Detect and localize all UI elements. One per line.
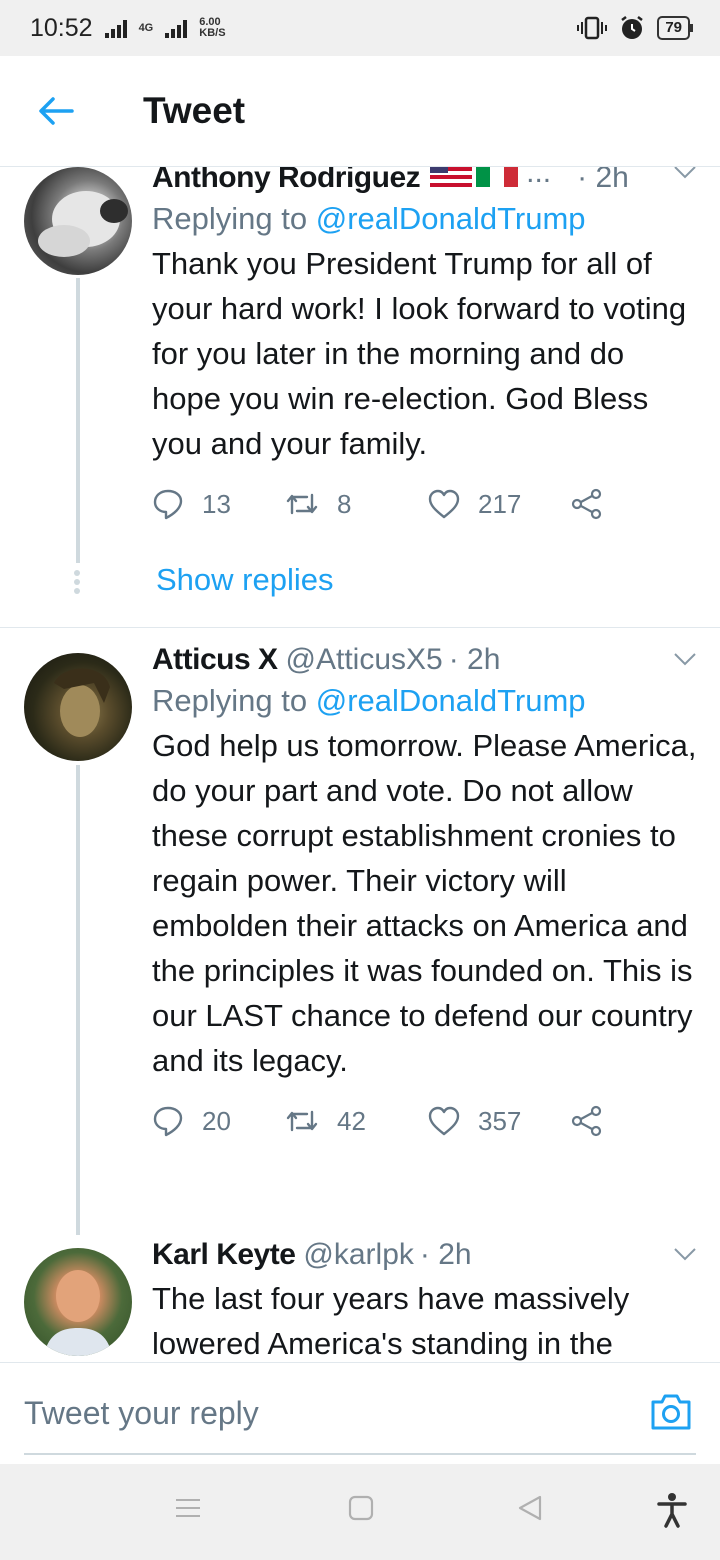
system-nav-bar	[0, 1464, 720, 1560]
cat-image	[38, 191, 128, 257]
reply-input[interactable]: Tweet your reply	[24, 1395, 259, 1432]
us-flag-icon	[430, 167, 473, 187]
like-count: 357	[478, 1105, 522, 1136]
replying-to-label: Replying to	[152, 683, 316, 718]
status-left: 10:52 4G 6.00 KB/S	[30, 14, 226, 43]
chevron-down-icon[interactable]	[673, 167, 697, 180]
author-name[interactable]: Atticus X	[152, 643, 278, 677]
network-indicator: 4G	[138, 21, 154, 34]
retweet-button[interactable]: 8	[285, 489, 428, 520]
status-time: 10:52	[30, 13, 93, 42]
italy-flag-icon	[476, 167, 519, 187]
signal-icon-2	[165, 18, 188, 38]
author-handle[interactable]: @AtticusX5	[286, 643, 443, 677]
thread-line	[76, 278, 80, 563]
show-replies-link[interactable]: Show replies	[156, 562, 333, 598]
avatar[interactable]	[24, 653, 132, 761]
tweet-actions: 13 8 217	[152, 488, 697, 520]
like-count: 217	[478, 488, 522, 519]
share-icon	[571, 1105, 602, 1137]
retweet-button[interactable]: 42	[285, 1106, 428, 1137]
tweet-actions: 20 42 357	[152, 1105, 697, 1137]
page-title: Tweet	[143, 90, 246, 131]
status-right: 79	[577, 15, 693, 41]
flag-icons: ...	[430, 167, 551, 190]
replies-feed[interactable]: Anthony Rodriguez ... · 2h Replying to @…	[0, 167, 720, 1362]
retweet-count: 42	[337, 1105, 366, 1136]
author-name[interactable]: Anthony Rodriguez	[152, 167, 421, 195]
tweet-header: Anthony Rodriguez ... · 2h	[152, 167, 697, 195]
tweet-header: Atticus X @AtticusX5 · 2h	[152, 643, 697, 677]
back-nav-icon[interactable]	[516, 1494, 544, 1522]
tweet-time: · 2h	[419, 1238, 472, 1271]
tweet-text: The last four years have massively lower…	[152, 1281, 630, 1361]
heart-icon	[428, 489, 460, 519]
retweet-icon	[286, 1110, 318, 1132]
avatar[interactable]	[24, 167, 132, 275]
tweet-time: · 2h	[577, 167, 629, 194]
thread-dots	[74, 567, 82, 597]
menu-icon[interactable]	[174, 1494, 202, 1522]
chevron-down-icon[interactable]	[673, 651, 697, 667]
like-button[interactable]: 357	[428, 1106, 571, 1137]
tweet-anthony[interactable]: Anthony Rodriguez ... · 2h Replying to @…	[0, 167, 720, 626]
tweet-time: · 2h	[448, 643, 501, 676]
tweet-content: Karl Keyte @karlpk · 2h The last four ye…	[152, 1238, 697, 1362]
replying-to: Replying to @realDonaldTrump	[152, 683, 697, 719]
back-arrow-icon	[39, 97, 74, 125]
accessibility-icon[interactable]	[656, 1492, 688, 1528]
tweet-atticus[interactable]: Atticus X @AtticusX5 · 2h Replying to @r…	[0, 643, 720, 1235]
camera-icon[interactable]	[650, 1393, 692, 1431]
network-type: 4G	[138, 21, 154, 34]
author-handle[interactable]: @karlpk	[303, 1238, 413, 1272]
tweet-content: Anthony Rodriguez ... · 2h Replying to @…	[152, 167, 697, 520]
reply-button[interactable]: 20	[152, 1105, 285, 1137]
heart-icon	[428, 1106, 460, 1136]
retweet-count: 8	[337, 488, 352, 519]
reply-count: 20	[202, 1105, 231, 1136]
tweet-karl[interactable]: Karl Keyte @karlpk · 2h The last four ye…	[0, 1238, 720, 1362]
like-button[interactable]: 217	[428, 489, 571, 520]
replying-to-label: Replying to	[152, 201, 316, 236]
avatar[interactable]	[24, 1248, 132, 1356]
tweet-text: God help us tomorrow. Please America, do…	[152, 728, 697, 1078]
retweet-icon	[286, 493, 318, 515]
reply-button[interactable]: 13	[152, 488, 285, 520]
vibrate-icon	[577, 16, 608, 40]
reply-icon	[153, 489, 183, 520]
reply-target-link[interactable]: @realDonaldTrump	[316, 201, 586, 236]
reply-count: 13	[202, 488, 231, 519]
tweet-content: Atticus X @AtticusX5 · 2h Replying to @r…	[152, 643, 697, 1137]
share-button[interactable]	[571, 488, 621, 520]
signal-icon	[104, 18, 127, 38]
home-icon[interactable]	[347, 1494, 375, 1522]
app-header: Tweet	[0, 56, 720, 167]
profile-photo	[44, 1270, 112, 1356]
reply-input-underline	[24, 1453, 696, 1455]
chevron-down-icon[interactable]	[673, 1246, 697, 1262]
alarm-icon	[621, 16, 644, 39]
profile-photo	[54, 668, 110, 737]
back-button[interactable]	[26, 81, 86, 141]
name-truncation: ...	[526, 167, 552, 189]
author-name[interactable]: Karl Keyte	[152, 1238, 296, 1272]
speed-unit: KB/S	[199, 27, 226, 39]
tweet-header: Karl Keyte @karlpk · 2h	[152, 1238, 697, 1272]
share-button[interactable]	[571, 1105, 621, 1137]
thread-line	[76, 765, 80, 1235]
reply-target-link[interactable]: @realDonaldTrump	[316, 683, 586, 718]
divider	[0, 627, 720, 628]
tweet-text: Thank you President Trump for all of you…	[152, 246, 687, 461]
battery-icon: 79	[657, 16, 693, 40]
share-icon	[571, 488, 602, 520]
reply-bar: Tweet your reply	[0, 1362, 720, 1465]
status-bar: 10:52 4G 6.00 KB/S 79	[0, 0, 720, 56]
network-speed: 6.00 KB/S	[199, 17, 225, 39]
replying-to: Replying to @realDonaldTrump	[152, 201, 697, 237]
reply-icon	[153, 1106, 183, 1137]
